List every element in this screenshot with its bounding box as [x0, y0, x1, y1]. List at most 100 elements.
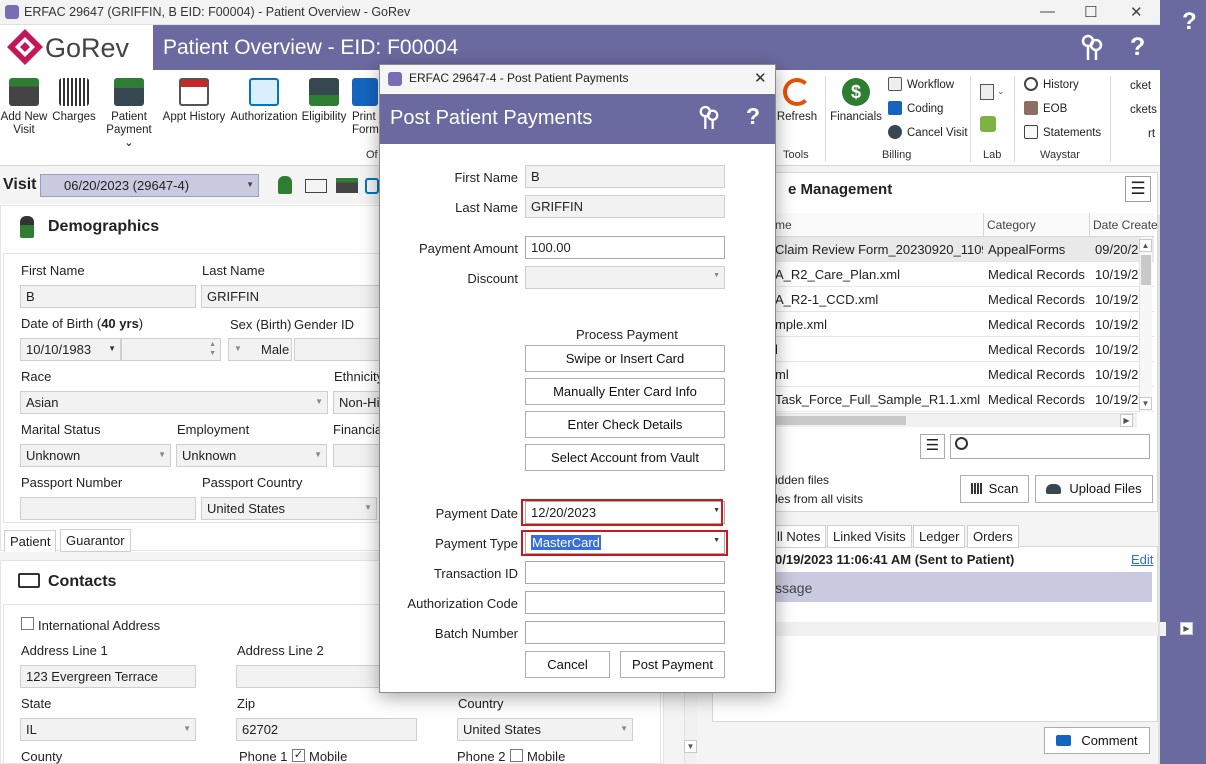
sex-select[interactable]: ▼ Male — [228, 338, 292, 361]
id-card-icon[interactable] — [305, 179, 327, 193]
file-table-hscroll[interactable]: ▶ — [772, 413, 1137, 427]
state-select[interactable]: IL ▼ — [20, 718, 196, 741]
dob-field[interactable]: 10/10/1983 ▼ — [20, 338, 121, 361]
swipe-card-button[interactable]: Swipe or Insert Card — [525, 345, 725, 372]
eligibility-button[interactable]: Eligibility — [300, 78, 348, 124]
files-from-all-visits-label[interactable]: les from all visits — [775, 492, 863, 506]
payment-amount-input[interactable]: 100.00 — [525, 236, 725, 259]
tab-guarantor[interactable]: Guarantor — [60, 529, 131, 552]
dob-spinner[interactable]: ▲ ▼ — [121, 338, 221, 361]
refresh-button[interactable]: Refresh — [776, 78, 818, 124]
zip-field[interactable]: 62702 — [236, 718, 417, 741]
select-vault-button[interactable]: Select Account from Vault — [525, 444, 725, 471]
scroll-thumb[interactable] — [1141, 255, 1151, 285]
eob-button[interactable]: EOB — [1024, 101, 1067, 115]
tab-ledger[interactable]: Ledger — [913, 525, 966, 548]
print-forms-button[interactable]: Print Forms — [352, 78, 385, 137]
patient-icon[interactable] — [278, 176, 292, 194]
hscroll-thumb[interactable] — [772, 416, 906, 425]
tab-linked-visits[interactable]: Linked Visits — [827, 525, 912, 548]
close-button[interactable]: ✕ — [1130, 3, 1143, 21]
marital-status-select[interactable]: Unknown ▼ — [20, 444, 171, 467]
file-search-input[interactable] — [950, 434, 1150, 459]
financial-select[interactable] — [333, 444, 381, 467]
statements-button[interactable]: Statements — [1024, 125, 1101, 139]
dialog-help-icon[interactable]: ? — [746, 103, 760, 130]
gender-id-select[interactable] — [294, 338, 381, 361]
visit-select[interactable]: 06/20/2023 (29647-4) ▼ — [40, 174, 259, 197]
scroll-right-icon[interactable]: ▶ — [1180, 622, 1193, 635]
financials-button[interactable]: $ Financials — [830, 78, 882, 124]
table-row[interactable]: l Medical Records 10/19/2 — [772, 337, 1154, 362]
tab-all-notes[interactable]: ll Notes — [772, 525, 827, 548]
tickets-item-cut[interactable]: ckets — [1130, 104, 1157, 116]
passport-country-select[interactable]: United States ▼ — [201, 497, 377, 520]
table-row[interactable]: Task_Force_Full_Sample_R1.1.xml Medical R… — [772, 387, 1154, 412]
dlg-first-name-field[interactable]: B — [525, 165, 725, 188]
upload-files-button[interactable]: Upload Files — [1035, 475, 1153, 503]
cancel-visit-button[interactable]: Cancel Visit — [888, 125, 968, 139]
post-payment-button[interactable]: Post Payment — [620, 651, 725, 678]
lab-results-icon[interactable] — [980, 116, 996, 132]
help-icon[interactable]: ? — [1130, 33, 1145, 62]
shield-icon[interactable] — [365, 178, 379, 194]
last-name-field[interactable]: GRIFFIN — [201, 285, 381, 308]
charges-button[interactable]: Charges — [50, 78, 98, 124]
international-address-checkbox[interactable] — [21, 617, 34, 630]
appt-history-button[interactable]: Appt History — [160, 78, 228, 124]
security-keys-icon[interactable] — [1080, 34, 1104, 62]
scroll-up-icon[interactable]: ▲ — [1139, 239, 1152, 252]
maximize-button[interactable]: ☐ — [1084, 3, 1097, 21]
table-row[interactable]: A_R2_Care_Plan.xml Medical Records 10/19/2 — [772, 262, 1154, 287]
help-icon[interactable]: ? — [1182, 8, 1197, 36]
security-keys-icon[interactable] — [698, 105, 720, 131]
bed-icon[interactable] — [336, 178, 358, 193]
patient-payment-button[interactable]: Patient Payment ⌄ — [100, 78, 158, 150]
hamburger-menu-icon[interactable]: ☰ — [1125, 176, 1151, 202]
report-item-cut[interactable]: rt — [1148, 128, 1155, 140]
scroll-down-icon[interactable]: ▼ — [684, 740, 697, 753]
discount-select[interactable]: ▼ — [525, 266, 725, 289]
scroll-right-icon[interactable]: ▶ — [1120, 414, 1133, 427]
phone1-mobile-checkbox[interactable]: ✓ — [292, 749, 305, 762]
edit-link[interactable]: Edit — [1131, 552, 1153, 567]
table-row[interactable]: mple.xml Medical Records 10/19/2 — [772, 312, 1154, 337]
file-table-vscroll[interactable]: ▲ ▼ — [1139, 237, 1152, 412]
col-name-header[interactable]: me — [775, 218, 792, 232]
add-new-visit-button[interactable]: Add New Visit — [0, 78, 48, 137]
dialog-close-icon[interactable]: ✕ — [754, 69, 767, 87]
country-select[interactable]: United States ▼ — [457, 718, 633, 741]
enter-check-button[interactable]: Enter Check Details — [525, 411, 725, 438]
race-select[interactable]: Asian ▼ — [20, 391, 328, 414]
table-row[interactable]: ml Medical Records 10/19/2 — [772, 362, 1154, 387]
table-row[interactable]: Claim Review Form_20230920_1109 AppealFor… — [772, 237, 1154, 262]
list-view-icon[interactable]: ☰ — [920, 434, 945, 459]
dlg-last-name-field[interactable]: GRIFFIN — [525, 195, 725, 218]
col-date-header[interactable]: Date Create — [1093, 218, 1158, 232]
employment-select[interactable]: Unknown ▼ — [176, 444, 327, 467]
authorization-code-input[interactable] — [525, 591, 725, 614]
phone2-mobile-checkbox[interactable] — [510, 749, 523, 762]
workflow-button[interactable]: Workflow — [888, 77, 954, 91]
address2-field[interactable] — [236, 665, 380, 688]
ticket-item-cut[interactable]: cket — [1130, 80, 1151, 92]
show-hidden-files-label[interactable]: idden files — [775, 473, 829, 487]
batch-number-input[interactable] — [525, 621, 725, 644]
scan-button[interactable]: Scan — [960, 475, 1029, 503]
address1-field[interactable]: 123 Evergreen Terrace — [20, 665, 196, 688]
authorization-button[interactable]: Authorization — [230, 78, 298, 124]
passport-number-field[interactable] — [20, 497, 196, 520]
history-button[interactable]: History — [1024, 77, 1079, 91]
first-name-field[interactable]: B — [20, 285, 196, 308]
table-row[interactable]: A_R2-1_CCD.xml Medical Records 10/19/2 — [772, 287, 1154, 312]
coding-button[interactable]: Coding — [888, 101, 943, 115]
tab-patient[interactable]: Patient — [4, 530, 57, 553]
comment-button[interactable]: Comment — [1044, 727, 1150, 754]
message-box[interactable]: ssage — [772, 572, 1152, 602]
transaction-id-input[interactable] — [525, 561, 725, 584]
col-category-header[interactable]: Category — [987, 218, 1036, 232]
notes-hscroll[interactable]: ▶ — [772, 622, 1193, 636]
minimize-button[interactable]: — — [1040, 3, 1055, 20]
tab-orders[interactable]: Orders — [967, 525, 1019, 548]
manual-card-button[interactable]: Manually Enter Card Info — [525, 378, 725, 405]
